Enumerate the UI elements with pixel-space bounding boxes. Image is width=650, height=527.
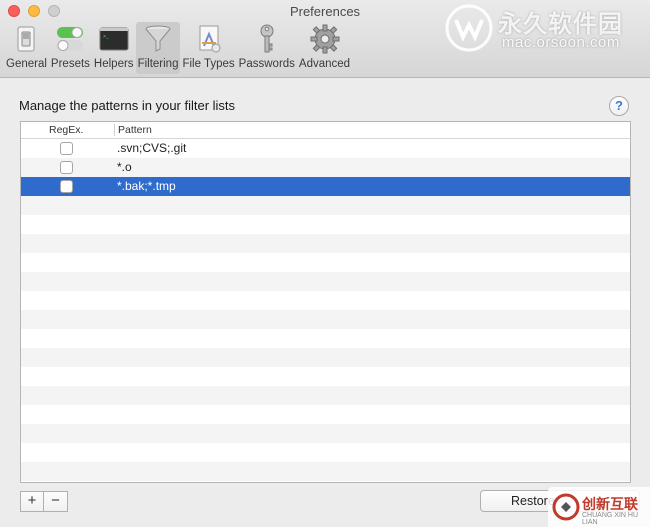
tab-label: File Types	[182, 58, 235, 70]
empty-row	[21, 367, 630, 386]
remove-pattern-button[interactable]: −	[44, 491, 68, 512]
key-icon	[252, 24, 282, 54]
table-row[interactable]: .svn;CVS;.git	[21, 139, 630, 158]
column-separator	[114, 124, 115, 136]
terminal-icon: >_	[99, 24, 129, 54]
empty-row	[21, 405, 630, 424]
pattern-cell[interactable]: .svn;CVS;.git	[117, 141, 186, 155]
filter-heading: Manage the patterns in your filter lists	[19, 98, 236, 113]
empty-row	[21, 310, 630, 329]
gear-icon	[310, 24, 340, 54]
tab-filtering[interactable]: Filtering	[135, 22, 181, 74]
tab-label: Filtering	[137, 58, 179, 70]
tab-presets[interactable]: Presets	[49, 22, 92, 74]
empty-row	[21, 348, 630, 367]
tab-file-types[interactable]: File Types	[180, 22, 236, 74]
tab-label: Helpers	[93, 58, 134, 70]
empty-row	[21, 253, 630, 272]
watermark-logo-icon	[445, 4, 493, 52]
app-doc-icon	[194, 24, 224, 54]
tab-advanced[interactable]: Advanced	[297, 22, 352, 74]
tab-helpers[interactable]: >_ Helpers	[92, 22, 136, 74]
table-header: RegEx. Pattern	[21, 122, 630, 139]
svg-text:>_: >_	[103, 34, 110, 40]
watermark-bottom-logo-icon	[552, 493, 580, 521]
empty-row	[21, 272, 630, 291]
empty-row	[21, 196, 630, 215]
empty-row	[21, 386, 630, 405]
table-body: .svn;CVS;.git *.o *.bak;*.tmp	[21, 139, 630, 481]
preferences-window: Preferences General Presets >_ Helpers F…	[0, 0, 650, 527]
switch-icon	[11, 24, 41, 54]
watermark-bottom: 创新互联 CHUANG XIN HU LIAN	[548, 487, 650, 527]
funnel-icon	[143, 24, 173, 54]
empty-row	[21, 443, 630, 462]
empty-row	[21, 291, 630, 310]
regex-checkbox[interactable]	[60, 142, 73, 155]
watermark-bottom-text: 创新互联	[582, 496, 638, 512]
tab-label: Advanced	[298, 58, 351, 70]
empty-row	[21, 215, 630, 234]
help-button[interactable]: ?	[609, 96, 629, 116]
add-pattern-button[interactable]: +	[20, 491, 44, 512]
regex-checkbox[interactable]	[60, 180, 73, 193]
empty-row	[21, 462, 630, 481]
pattern-table[interactable]: RegEx. Pattern .svn;CVS;.git *.o *.bak;*.t…	[20, 121, 631, 483]
regex-checkbox[interactable]	[60, 161, 73, 174]
tab-passwords[interactable]: Passwords	[237, 22, 297, 74]
watermark-top: 永久软件园 mac.orsoon.com	[440, 0, 650, 55]
tab-label: Passwords	[238, 58, 295, 70]
filtering-pane: Manage the patterns in your filter lists…	[0, 78, 650, 527]
toggles-icon	[55, 24, 85, 54]
watermark-bottom-subtext: CHUANG XIN HU LIAN	[582, 512, 639, 526]
column-header-regex[interactable]: RegEx.	[49, 124, 83, 136]
tab-general[interactable]: General	[4, 22, 49, 74]
tab-label: Presets	[50, 58, 90, 70]
empty-row	[21, 329, 630, 348]
add-remove-group: + −	[20, 491, 68, 512]
empty-row	[21, 234, 630, 253]
table-row[interactable]: *.bak;*.tmp	[21, 177, 630, 196]
watermark-top-url: mac.orsoon.com	[502, 34, 620, 51]
pattern-cell[interactable]: *.o	[117, 160, 132, 174]
preferences-toolbar: General Presets >_ Helpers Filtering Fil…	[4, 22, 352, 76]
column-header-pattern[interactable]: Pattern	[118, 124, 152, 136]
pattern-cell[interactable]: *.bak;*.tmp	[117, 179, 176, 193]
tab-label: General	[6, 58, 47, 70]
empty-row	[21, 424, 630, 443]
table-row[interactable]: *.o	[21, 158, 630, 177]
